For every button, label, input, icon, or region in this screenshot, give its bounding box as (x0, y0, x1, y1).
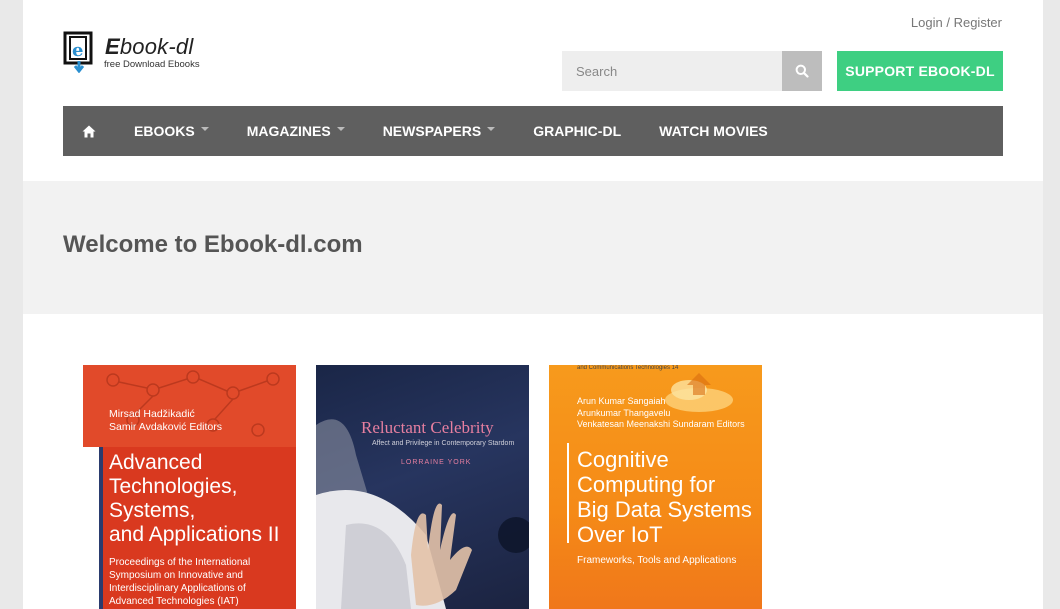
search-button[interactable] (782, 51, 822, 91)
book-subtitle-line: Advanced Technologies (IAT) (109, 596, 239, 607)
book-subtitle: Affect and Privilege in Contemporary Sta… (372, 440, 515, 447)
book-subtitle: Proceedings of the International Symposi… (109, 556, 250, 608)
ebook-logo-icon: e (63, 31, 93, 73)
page-container: e Ebook-dl free Download Ebooks Login / … (23, 0, 1043, 609)
molecule-pattern-icon (106, 370, 280, 437)
support-button[interactable]: SUPPORT EBOOK-DL (837, 51, 1003, 91)
book-title-line: and Applications II (109, 523, 280, 546)
book-title-line: Big Data Systems (577, 497, 752, 522)
book-subtitle: Frameworks, Tools and Applications (577, 555, 737, 566)
cover-rule (567, 443, 569, 543)
nav-item-ebooks[interactable]: EBOOKS (115, 106, 228, 156)
book-author-line: Samir Avdaković Editors (109, 421, 223, 433)
nav-item-graphic-dl[interactable]: GRAPHIC-DL (514, 106, 640, 156)
nav-item-label: MAGAZINES (246, 123, 331, 139)
nav-item-label: NEWSPAPERS (382, 123, 482, 139)
nav-item-watch-movies[interactable]: WATCH MOVIES (640, 106, 787, 156)
book-series: and Communications Technologies 14 (577, 365, 679, 371)
book-author-line: Arun Kumar Sangaiah (577, 396, 666, 406)
book-subtitle-line: Symposium on Innovative and (109, 570, 243, 581)
book-title-line: Computing for (577, 472, 716, 497)
book-title-line: Advanced (109, 451, 203, 474)
nav-item-label: WATCH MOVIES (659, 123, 768, 139)
nav-home[interactable] (63, 106, 115, 156)
welcome-banner: Welcome to Ebook-dl.com (23, 181, 1043, 314)
book-title: Advanced Technologies, Systems, and Appl… (109, 451, 279, 547)
logo-title: Ebook-dl (105, 34, 194, 59)
search-icon (795, 64, 809, 78)
book-title: Reluctant Celebrity (361, 418, 494, 437)
login-separator: / (942, 15, 954, 30)
book-title: Cognitive Computing for Big Data Systems… (577, 447, 752, 547)
caret-down-icon (487, 127, 496, 131)
nav-item-newspapers[interactable]: NEWSPAPERS (364, 106, 515, 156)
cover-spine-stripe (83, 447, 99, 609)
nav-item-label: EBOOKS (134, 123, 195, 139)
caret-down-icon (336, 127, 345, 131)
register-link[interactable]: Register (954, 15, 1002, 30)
book-author-line: Venkatesan Meenakshi Sundaram Editors (577, 419, 745, 429)
login-link[interactable]: Login (911, 15, 943, 30)
book-cover-advanced-technologies[interactable]: Mirsad Hadžikadić Samir Avdaković Editor… (83, 365, 296, 609)
book-title-line: Systems, (109, 499, 196, 522)
cover-top-band (83, 365, 296, 447)
book-author: LORRAINE YORK (401, 459, 472, 466)
book-authors: Mirsad Hadžikadić Samir Avdaković Editor… (109, 408, 222, 434)
book-author-line: Mirsad Hadžikadić (109, 408, 195, 420)
book-title-line: Cognitive (577, 447, 669, 472)
book-subtitle-line: Interdisciplinary Applications of (109, 583, 246, 594)
caret-down-icon (200, 127, 209, 131)
book-cover-reluctant-celebrity[interactable]: Reluctant Celebrity Affect and Privilege… (316, 365, 529, 609)
book-authors: Arun Kumar Sangaiah Arunkumar Thangavelu… (577, 396, 745, 431)
book-cover-cognitive-computing[interactable]: and Communications Technologies 14 Arun … (549, 365, 762, 609)
search-input[interactable] (562, 51, 782, 91)
site-logo[interactable]: e Ebook-dl free Download Ebooks (63, 31, 223, 75)
main-nav: EBOOKS MAGAZINES NEWSPAPERS GRAPHIC-DL W… (63, 106, 1003, 156)
cover-spine-stripe-dark (99, 447, 103, 609)
book-author-line: Arunkumar Thangavelu (577, 407, 671, 418)
cover-figure-illustration (316, 419, 529, 609)
home-icon (82, 125, 96, 137)
book-title-line: Technologies, (109, 475, 238, 498)
nav-item-magazines[interactable]: MAGAZINES (228, 106, 364, 156)
book-subtitle-line: Proceedings of the International (109, 557, 251, 568)
nav-item-label: GRAPHIC-DL (533, 123, 622, 139)
welcome-title: Welcome to Ebook-dl.com (63, 231, 363, 258)
svg-text:e: e (72, 40, 83, 61)
login-register: Login / Register (911, 15, 1002, 30)
logo-tagline: free Download Ebooks (104, 59, 200, 70)
book-title-line: Over IoT (577, 522, 663, 547)
